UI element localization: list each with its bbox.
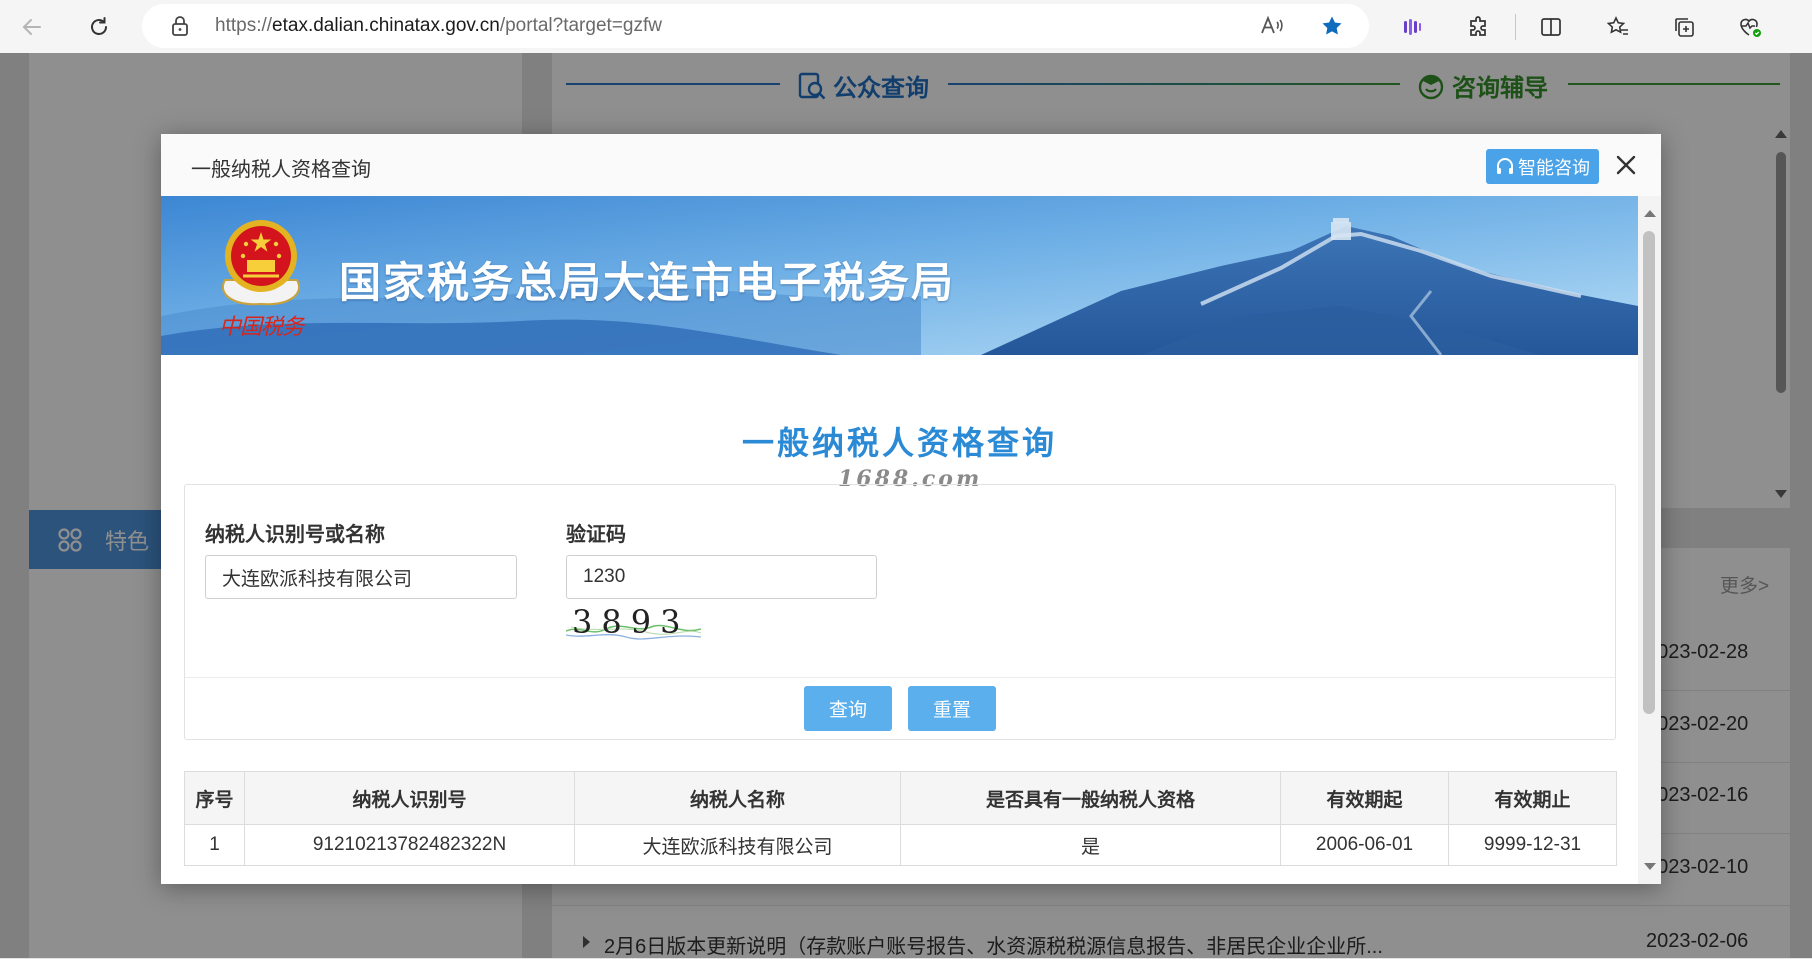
cell-taxpayer-id: 91210213782482322N: [244, 824, 575, 866]
collections-icon[interactable]: [1670, 13, 1698, 41]
query-button[interactable]: 查询: [804, 686, 892, 731]
table-header-row: 序号 纳税人识别号 纳税人名称 是否具有一般纳税人资格 有效期起 有效期止: [184, 771, 1617, 825]
favorite-star-icon[interactable]: [1318, 12, 1346, 40]
header-index: 序号: [184, 771, 245, 825]
lock-icon[interactable]: [166, 12, 194, 40]
scroll-up-arrow-icon[interactable]: [1644, 210, 1656, 217]
dialog-header: 一般纳税人资格查询 智能咨询: [161, 134, 1661, 197]
logo-calligraphy: 中国税务: [219, 315, 304, 340]
national-emblem-icon: [222, 220, 300, 306]
browser-toolbar: https://etax.dalian.chinatax.gov.cn/port…: [0, 0, 1812, 54]
browser-essentials-icon[interactable]: [1736, 13, 1764, 41]
cell-index: 1: [184, 824, 245, 866]
smart-consult-label: 智能咨询: [1518, 157, 1590, 178]
headset-icon: [1497, 157, 1513, 174]
dialog-body: 中国税务 国家税务总局大连市电子税务局 一般纳税人资格查询 1688.com 纳…: [161, 196, 1638, 884]
dialog-title: 一般纳税人资格查询: [191, 159, 371, 181]
reset-button[interactable]: 重置: [908, 686, 996, 731]
table-row: 1 91210213782482322N 大连欧派科技有限公司 是 2006-0…: [184, 824, 1617, 866]
header-valid-to: 有效期止: [1448, 771, 1617, 825]
cell-taxpayer-name: 大连欧派科技有限公司: [574, 824, 901, 866]
form-divider: [185, 677, 1615, 678]
cell-valid-to: 9999-12-31: [1448, 824, 1617, 866]
refresh-icon[interactable]: [85, 13, 113, 41]
captcha-text: 3893: [572, 607, 690, 640]
address-bar[interactable]: https://etax.dalian.chinatax.gov.cn/port…: [142, 4, 1369, 48]
toolbar-separator: [1515, 14, 1516, 40]
back-arrow-icon[interactable]: [18, 13, 46, 41]
result-table: 序号 纳税人识别号 纳税人名称 是否具有一般纳税人资格 有效期起 有效期止 1 …: [184, 771, 1617, 866]
cell-qualification: 是: [900, 824, 1281, 866]
query-form: 纳税人识别号或名称 大连欧派科技有限公司 验证码 1230 3893 查询 重置: [184, 484, 1616, 740]
cell-valid-from: 2006-06-01: [1280, 824, 1449, 866]
header-qualification: 是否具有一般纳税人资格: [900, 771, 1281, 825]
puzzle-extensions-icon[interactable]: [1465, 13, 1493, 41]
taxpayer-label: 纳税人识别号或名称: [205, 524, 385, 546]
banner-title: 国家税务总局大连市电子税务局: [339, 259, 956, 306]
close-icon[interactable]: [1613, 152, 1639, 178]
header-taxpayer-name: 纳税人名称: [574, 771, 901, 825]
favorites-icon[interactable]: [1604, 13, 1632, 41]
smart-consult-button[interactable]: 智能咨询: [1486, 149, 1599, 184]
split-screen-icon[interactable]: [1537, 13, 1565, 41]
url-host: etax.dalian.chinatax.gov.cn: [272, 15, 500, 36]
header-taxpayer-id: 纳税人识别号: [244, 771, 575, 825]
read-aloud-icon[interactable]: [1258, 12, 1286, 40]
header-valid-from: 有效期起: [1280, 771, 1449, 825]
scroll-down-arrow-icon[interactable]: [1644, 863, 1656, 870]
taxpayer-query-dialog: 一般纳税人资格查询 智能咨询 中国税务 国家税务总局大连市电子税务局 一般纳税人…: [161, 134, 1661, 884]
taxpayer-input[interactable]: 大连欧派科技有限公司: [205, 555, 517, 599]
page-title: 一般纳税人资格查询: [741, 425, 1057, 461]
captcha-image[interactable]: 3893: [566, 607, 701, 640]
scroll-thumb[interactable]: [1643, 231, 1655, 714]
dialog-scrollbar[interactable]: [1638, 196, 1661, 884]
extension-icon[interactable]: [1398, 13, 1426, 41]
url-scheme: https://: [215, 15, 273, 36]
tax-bureau-banner: 中国税务 国家税务总局大连市电子税务局: [161, 196, 1638, 355]
url-text[interactable]: https://etax.dalian.chinatax.gov.cn/port…: [215, 15, 662, 37]
captcha-input[interactable]: 1230: [566, 555, 877, 599]
url-path: /portal?target=gzfw: [499, 15, 662, 36]
captcha-label: 验证码: [566, 524, 626, 546]
